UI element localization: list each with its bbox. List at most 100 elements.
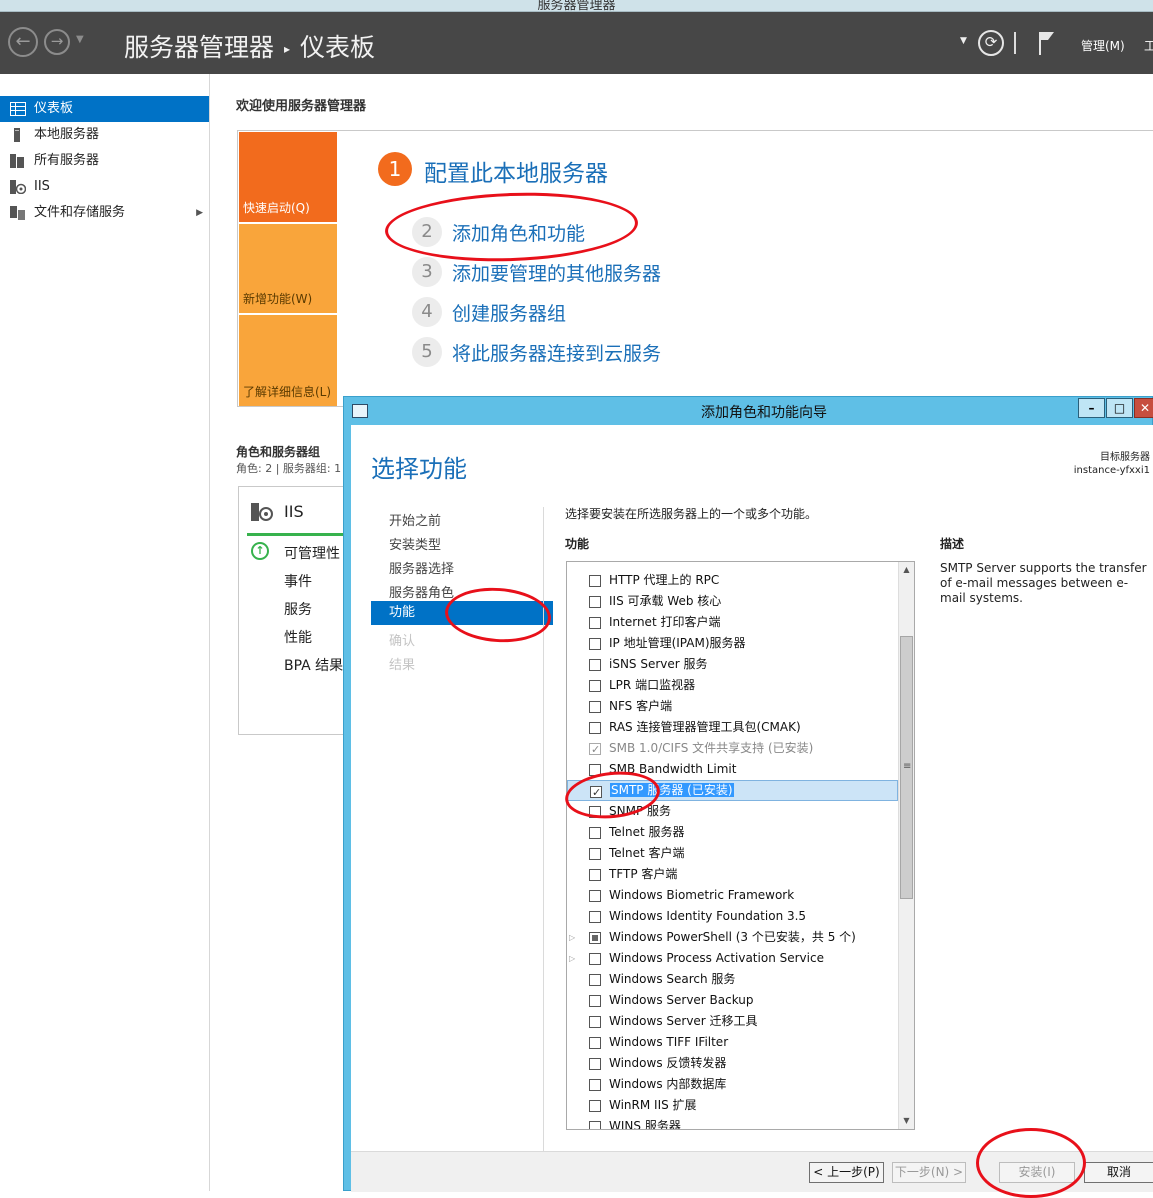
maximize-icon[interactable]: □ (1106, 398, 1133, 418)
iis-role-card[interactable]: IIS ↑ 可管理性 事件 服务 性能 BPA 结果 (238, 486, 359, 735)
feature-row[interactable]: Windows Identity Foundation 3.5 (567, 906, 898, 927)
step-connect-cloud[interactable]: 将此服务器连接到云服务 (452, 339, 661, 366)
breadcrumb: 服务器管理器 ▸ 仪表板 (124, 28, 375, 64)
feature-checkbox[interactable] (589, 953, 601, 965)
tools-menu[interactable]: 工 (1144, 37, 1153, 54)
feature-row[interactable]: WINS 服务器 (567, 1116, 898, 1129)
scroll-down-icon[interactable]: ▼ (900, 1114, 913, 1128)
feature-checkbox[interactable] (589, 911, 601, 923)
feature-row[interactable]: Windows Server 迁移工具 (567, 1011, 898, 1032)
feature-label: TFTP 客户端 (609, 867, 678, 881)
wizard-step-server-selection[interactable]: 服务器选择 (389, 558, 454, 577)
step-create-server-group[interactable]: 创建服务器组 (452, 299, 566, 326)
sidebar-item-label: IIS (34, 179, 50, 194)
feature-row[interactable]: HTTP 代理上的 RPC (567, 570, 898, 591)
feature-row[interactable]: Windows 反馈转发器 (567, 1053, 898, 1074)
feature-label: Windows 反馈转发器 (609, 1056, 727, 1070)
feature-row[interactable]: NFS 客户端 (567, 696, 898, 717)
forward-arrow-icon[interactable]: → (44, 29, 70, 55)
iis-row-services[interactable]: 服务 (284, 599, 312, 619)
chevron-down-icon[interactable]: ▼ (960, 36, 967, 46)
feature-checkbox[interactable] (589, 575, 601, 587)
minimize-icon[interactable]: – (1078, 398, 1105, 418)
feature-row[interactable]: Windows Server Backup (567, 990, 898, 1011)
feature-checkbox[interactable] (589, 1121, 601, 1129)
feature-checkbox[interactable] (589, 617, 601, 629)
feature-row[interactable]: Telnet 客户端 (567, 843, 898, 864)
feature-checkbox[interactable] (589, 995, 601, 1007)
feature-checkbox[interactable] (589, 722, 601, 734)
sidebar-item-iis[interactable]: IIS (0, 174, 209, 200)
chevron-right-icon[interactable]: ▶ (196, 200, 203, 226)
feature-checkbox[interactable] (589, 1100, 601, 1112)
feature-checkbox[interactable] (589, 827, 601, 839)
step-number: 3 (412, 257, 442, 287)
feature-checkbox[interactable] (589, 1079, 601, 1091)
feature-row[interactable]: Telnet 服务器 (567, 822, 898, 843)
iis-row-bpa[interactable]: BPA 结果 (284, 655, 343, 675)
sidebar-item-all-servers[interactable]: 所有服务器 (0, 148, 209, 174)
feature-row[interactable]: IIS 可承载 Web 核心 (567, 591, 898, 612)
scrollbar-thumb[interactable]: ≡ (900, 636, 913, 899)
iis-row-events[interactable]: 事件 (284, 571, 312, 591)
feature-row[interactable]: TFTP 客户端 (567, 864, 898, 885)
feature-checkbox[interactable] (589, 848, 601, 860)
feature-row[interactable]: SMB 1.0/CIFS 文件共享支持 (已安装) (567, 738, 898, 760)
iis-row-manageability[interactable]: 可管理性 (284, 543, 340, 563)
cancel-button[interactable]: 取消 (1084, 1162, 1153, 1183)
vertical-scrollbar[interactable]: ▲ ≡ ▼ (898, 562, 914, 1129)
feature-checkbox[interactable] (589, 659, 601, 671)
step-add-servers[interactable]: 添加要管理的其他服务器 (452, 259, 661, 286)
feature-checkbox[interactable] (589, 596, 601, 608)
wizard-step-server-roles[interactable]: 服务器角色 (389, 582, 454, 601)
feature-checkbox[interactable] (589, 1058, 601, 1070)
expand-arrow-icon[interactable]: ▷ (569, 927, 575, 948)
feature-row[interactable]: RAS 连接管理器管理工具包(CMAK) (567, 717, 898, 738)
manage-menu[interactable]: 管理(M) (1081, 37, 1125, 54)
feature-row[interactable]: Windows TIFF IFilter (567, 1032, 898, 1053)
close-icon[interactable]: ✕ (1134, 398, 1153, 418)
wizard-step-confirmation: 确认 (389, 634, 416, 649)
tile-whats-new[interactable]: 新增功能(W) (239, 224, 337, 313)
roles-section-subtitle: 角色: 2 | 服务器组: 1 (236, 462, 342, 475)
feature-row[interactable]: ▷ Windows PowerShell (3 个已安装，共 5 个) (567, 927, 898, 948)
feature-row[interactable]: Internet 打印客户端 (567, 612, 898, 633)
feature-row[interactable]: IP 地址管理(IPAM)服务器 (567, 633, 898, 654)
notification-flag-icon[interactable] (1038, 30, 1056, 56)
feature-checkbox[interactable] (589, 890, 601, 902)
feature-checkbox[interactable] (589, 974, 601, 986)
feature-row[interactable]: LPR 端口监视器 (567, 675, 898, 696)
wizard-step-install-type[interactable]: 安装类型 (389, 534, 441, 553)
history-dropdown-icon[interactable]: ▼ (76, 34, 84, 45)
previous-button[interactable]: < 上一步(P) (809, 1162, 884, 1183)
back-arrow-icon[interactable]: ← (8, 27, 38, 57)
refresh-icon[interactable]: ⟳ (978, 30, 1004, 56)
sidebar-item-dashboard[interactable]: 仪表板 (0, 96, 209, 122)
wizard-step-before-begin[interactable]: 开始之前 (389, 510, 441, 529)
feature-row[interactable]: iSNS Server 服务 (567, 654, 898, 675)
feature-row[interactable]: Windows Search 服务 (567, 969, 898, 990)
feature-row[interactable]: WinRM IIS 扩展 (567, 1095, 898, 1116)
scroll-up-icon[interactable]: ▲ (900, 563, 913, 577)
step-configure-local-server[interactable]: 配置此本地服务器 (424, 154, 608, 188)
sidebar-item-file-storage[interactable]: 文件和存储服务 ▶ (0, 200, 209, 226)
feature-row[interactable]: Windows Biometric Framework (567, 885, 898, 906)
feature-checkbox[interactable] (589, 701, 601, 713)
feature-checkbox[interactable] (589, 1037, 601, 1049)
features-tree-list[interactable]: HTTP 代理上的 RPC IIS 可承载 Web 核心 Internet 打印客户… (566, 561, 915, 1130)
feature-checkbox[interactable] (589, 869, 601, 881)
feature-row[interactable]: Windows 内部数据库 (567, 1074, 898, 1095)
expand-arrow-icon[interactable]: ▷ (569, 948, 575, 969)
feature-checkbox[interactable] (589, 1016, 601, 1028)
next-button[interactable]: 下一步(N) > (892, 1162, 966, 1183)
iis-row-performance[interactable]: 性能 (284, 627, 312, 647)
feature-row[interactable]: ▷ Windows Process Activation Service (567, 948, 898, 969)
dialog-titlebar[interactable]: 添加角色和功能向导 – □ ✕ (344, 397, 1153, 425)
feature-checkbox[interactable] (589, 932, 601, 944)
sidebar-item-local-server[interactable]: 本地服务器 (0, 122, 209, 148)
feature-checkbox[interactable] (589, 680, 601, 692)
step-number: 5 (412, 337, 442, 367)
tile-learn-more[interactable]: 了解详细信息(L) (239, 315, 337, 406)
feature-checkbox[interactable] (589, 638, 601, 650)
tile-quick-start[interactable]: 快速启动(Q) (239, 132, 337, 222)
